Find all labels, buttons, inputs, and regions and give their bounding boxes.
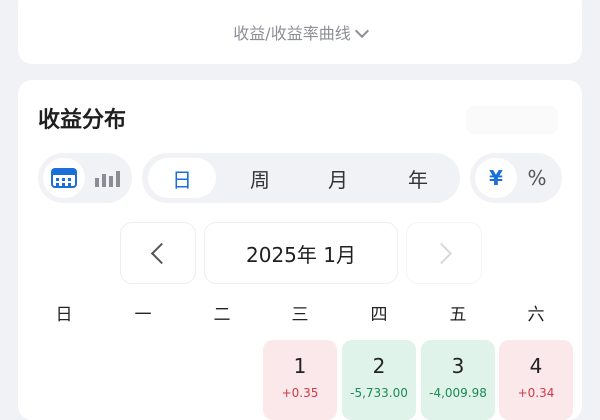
day-number: 1 [293, 354, 307, 378]
day-number: 3 [451, 354, 465, 378]
bar-chart-icon [94, 169, 120, 187]
tab-day[interactable]: 日 [148, 158, 216, 198]
view-mode-switch [38, 153, 132, 203]
day-profit: -5,733.00 [350, 386, 408, 400]
next-month-button[interactable] [406, 222, 482, 284]
day-profit: +0.35 [281, 386, 319, 400]
distribution-card: 收益分布 日 周 月 年 ¥ % 2025年 1月 日 一 二 三 四 五 六 … [18, 80, 582, 420]
curve-toggle-label: 收益/收益率曲线 [233, 24, 351, 43]
prev-month-button[interactable] [120, 222, 196, 284]
more-button[interactable] [466, 106, 558, 134]
chevron-right-icon [430, 242, 452, 264]
unit-switch: ¥ % [470, 153, 562, 203]
chevron-down-icon [354, 23, 369, 39]
weekday-label: 一 [134, 305, 152, 325]
current-month[interactable]: 2025年 1月 [204, 222, 398, 284]
weekday-label: 四 [370, 305, 388, 325]
weekday-label: 日 [55, 305, 73, 325]
tab-month[interactable]: 月 [304, 158, 372, 198]
section-title: 收益分布 [38, 108, 127, 133]
calendar-icon [51, 168, 77, 188]
bar-chart-view-button[interactable] [86, 158, 128, 198]
top-card: 收益/收益率曲线 [18, 0, 582, 64]
day-number: 2 [372, 354, 386, 378]
tab-year[interactable]: 年 [384, 158, 452, 198]
calendar-day[interactable]: 4 +0.34 [499, 340, 573, 420]
period-switch: 日 周 月 年 [142, 153, 460, 203]
weekday-label: 五 [449, 305, 467, 325]
curve-toggle-button[interactable]: 收益/收益率曲线 [18, 20, 582, 44]
day-profit: -4,009.98 [429, 386, 487, 400]
calendar-day[interactable]: 3 -4,009.98 [421, 340, 495, 420]
calendar-day[interactable]: 2 -5,733.00 [342, 340, 416, 420]
weekday-label: 三 [291, 305, 309, 325]
unit-percent-button[interactable]: % [516, 158, 558, 198]
calendar-view-button[interactable] [43, 158, 85, 198]
calendar-day[interactable]: 1 +0.35 [263, 340, 337, 420]
day-number: 4 [529, 354, 543, 378]
weekday-label: 六 [527, 305, 545, 325]
unit-yuan-button[interactable]: ¥ [475, 158, 517, 198]
weekday-header: 日 一 二 三 四 五 六 [18, 300, 582, 325]
chevron-left-icon [150, 242, 172, 264]
day-profit: +0.34 [517, 386, 555, 400]
tab-week[interactable]: 周 [226, 158, 294, 198]
weekday-label: 二 [213, 305, 231, 325]
